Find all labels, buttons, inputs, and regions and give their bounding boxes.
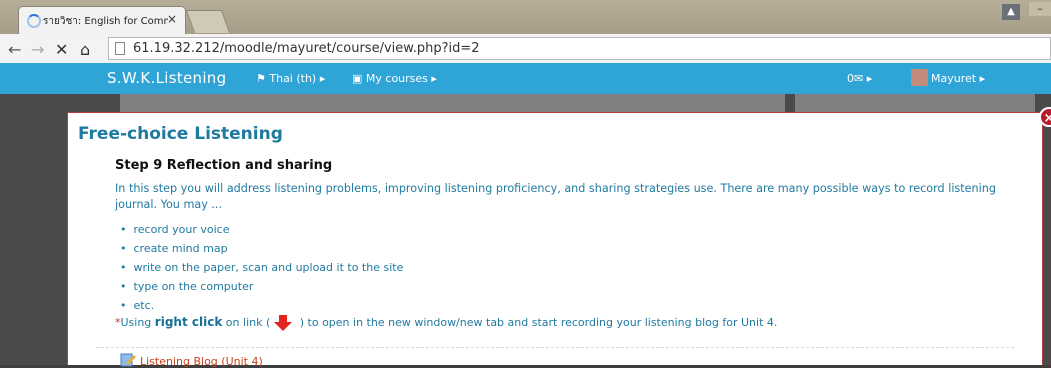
new-tab-button[interactable] (185, 10, 231, 33)
note-text-pre: Using (120, 316, 155, 329)
language-menu-label: Thai (th) ▸ (269, 72, 326, 85)
browser-tab-strip: รายวิชา: English for Comm × ▲ – (0, 0, 1051, 34)
browser-tab[interactable]: รายวิชา: English for Comm × (18, 6, 186, 34)
avatar[interactable] (911, 69, 928, 86)
forward-arrow-icon[interactable]: → (31, 40, 44, 59)
list-item: etc. (120, 296, 403, 315)
tab-close-button[interactable]: × (167, 12, 177, 26)
url-input[interactable]: 61.19.32.212/moodle/mayuret/course/view.… (108, 37, 1051, 60)
my-courses-menu[interactable]: ▣ My courses ▸ (352, 72, 437, 85)
briefcase-icon: ▣ (352, 72, 363, 85)
divider (96, 347, 1014, 348)
down-arrow-icon (274, 315, 293, 331)
list-item: create mind map (120, 239, 403, 258)
note-text-post: ) to open in the new window/new tab and … (296, 316, 778, 329)
loading-spinner-icon (27, 14, 41, 28)
instruction-note: *Using right click on link ( ) to open i… (115, 315, 777, 331)
method-list: record your voice create mind map write … (120, 220, 404, 315)
site-navbar: S.W.K.Listening ⚑ Thai (th) ▸ ▣ My cours… (0, 63, 1051, 94)
flag-icon: ⚑ (256, 72, 266, 85)
list-item: type on the computer (120, 277, 403, 296)
listening-blog-link[interactable]: Listening Blog (Unit 4) (120, 353, 263, 368)
window-minimize-button[interactable]: – (1029, 2, 1051, 16)
site-brand-link[interactable]: S.W.K.Listening (107, 69, 226, 87)
note-text-mid: on link ( (222, 316, 271, 329)
language-menu[interactable]: ⚑ Thai (th) ▸ (256, 72, 325, 85)
tab-title: รายวิชา: English for Comm (43, 16, 168, 27)
list-item: write on the paper, scan and upload it t… (120, 258, 404, 277)
messages-menu[interactable]: 0✉ ▸ (847, 72, 872, 85)
page-icon (115, 42, 125, 55)
list-item: record your voice (120, 220, 403, 239)
my-courses-label: My courses ▸ (365, 72, 437, 85)
address-bar: ← → ✕ ⌂ 61.19.32.212/moodle/mayuret/cour… (0, 34, 1051, 64)
user-menu[interactable]: Mayuret ▸ (931, 72, 985, 85)
home-icon[interactable]: ⌂ (80, 40, 90, 59)
url-text: 61.19.32.212/moodle/mayuret/course/view.… (133, 41, 480, 56)
dialog-title: Free-choice Listening (78, 124, 283, 144)
stop-loading-icon[interactable]: ✕ (55, 40, 68, 59)
listening-blog-link-label: Listening Blog (Unit 4) (140, 355, 263, 368)
person-icon[interactable]: ▲ (1002, 4, 1020, 20)
note-bold: right click (154, 315, 223, 329)
back-arrow-icon[interactable]: ← (8, 40, 21, 59)
intro-text: In this step you will address listening … (115, 182, 996, 211)
step-heading: Step 9 Reflection and sharing (115, 158, 333, 173)
lightbox-dialog: Free-choice Listening Step 9 Reflection … (67, 112, 1043, 368)
